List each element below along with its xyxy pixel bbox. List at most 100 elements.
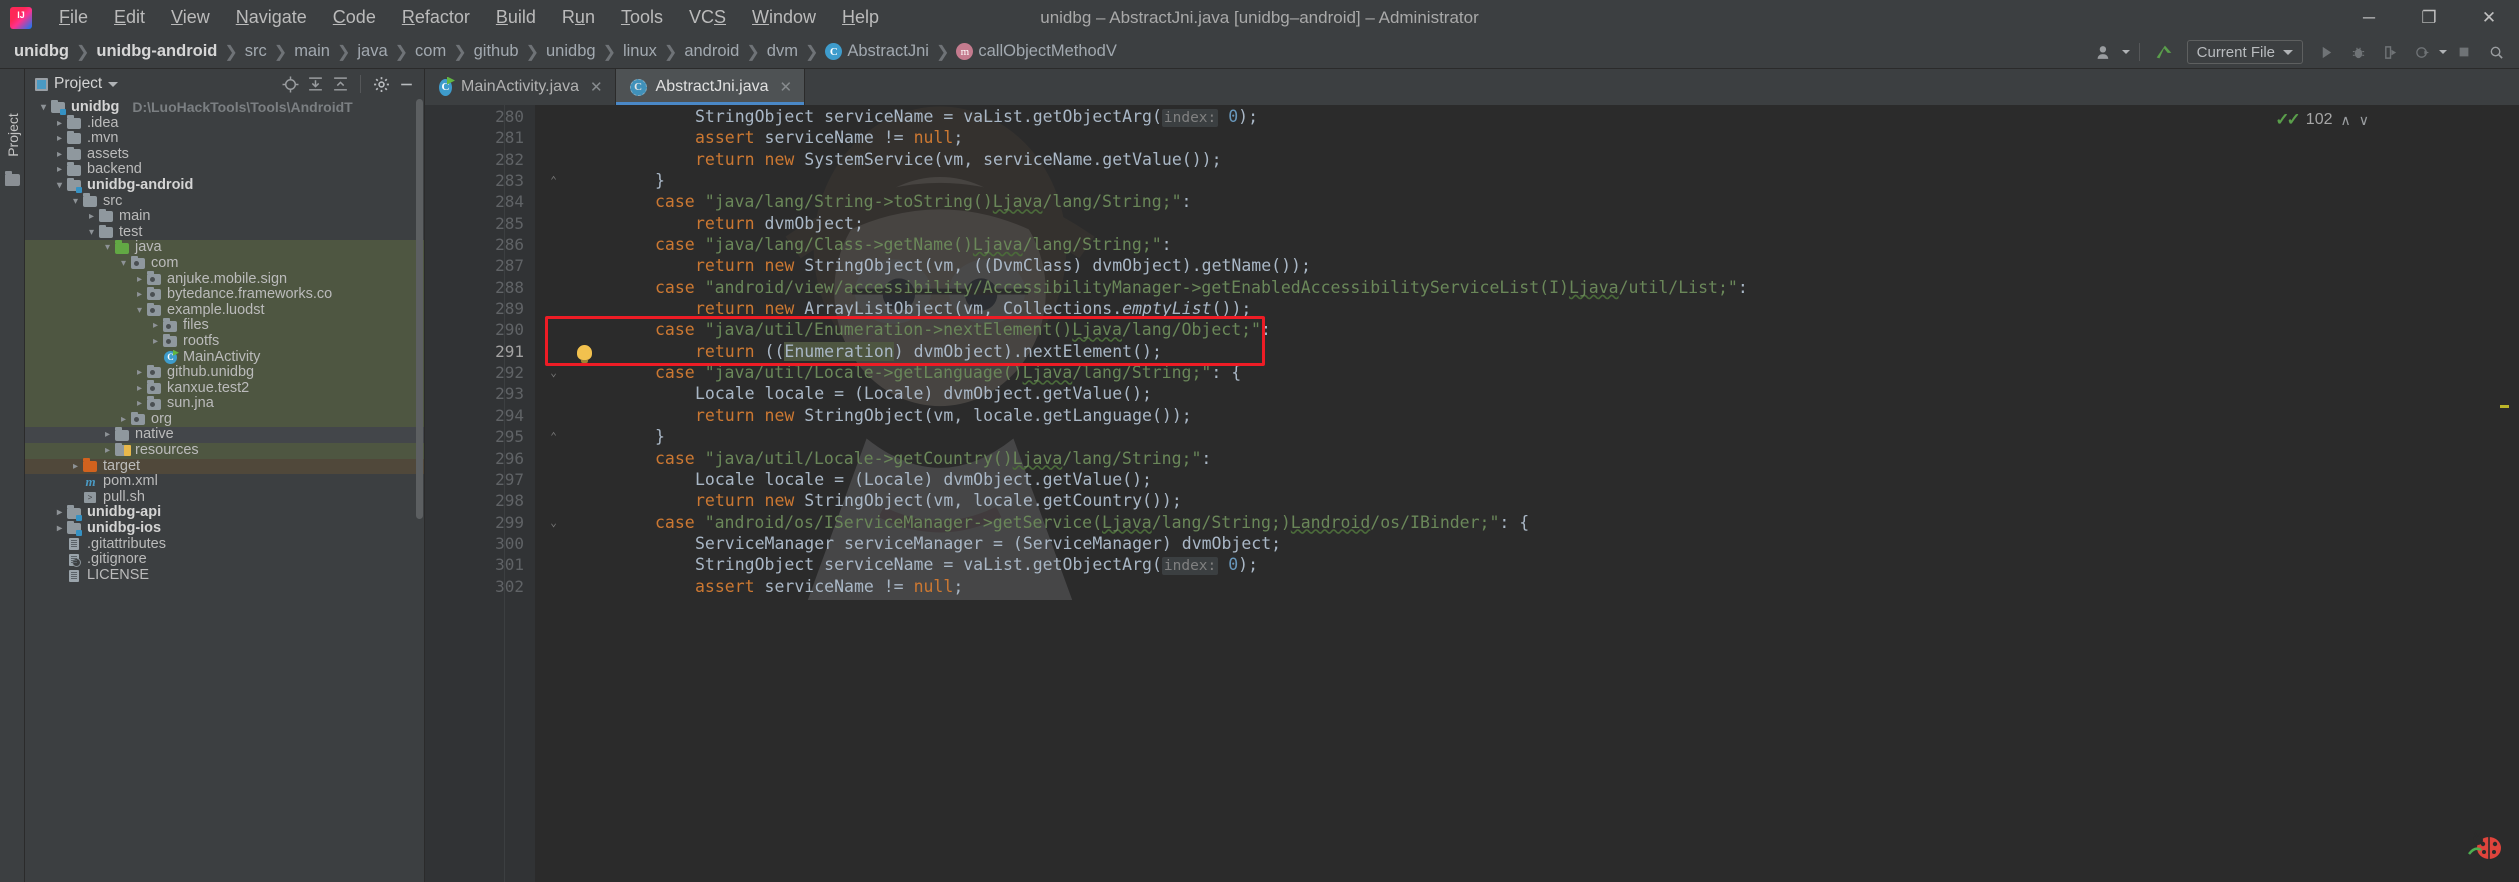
tree-node-backend[interactable]: backend: [25, 162, 424, 178]
hide-panel-icon[interactable]: [394, 73, 418, 95]
tree-node-main[interactable]: main: [25, 209, 424, 225]
code-line[interactable]: case "android/os/IServiceManager->getSer…: [535, 512, 2489, 533]
locate-file-icon[interactable]: [278, 73, 302, 95]
tree-node-bytedance-frameworks-co[interactable]: bytedance.frameworks.co: [25, 287, 424, 303]
code-line[interactable]: return new StringObject(vm, ((DvmClass) …: [535, 255, 2489, 276]
breadcrumb-item-dvm[interactable]: dvm: [763, 40, 802, 63]
run-configuration-selector[interactable]: Current File: [2187, 40, 2303, 64]
user-account-icon[interactable]: [2090, 39, 2120, 65]
maximize-button[interactable]: ❐: [2399, 0, 2459, 35]
collapse-all-icon[interactable]: [328, 73, 352, 95]
code-line[interactable]: return new StringObject(vm, locale.getCo…: [535, 490, 2489, 511]
close-icon[interactable]: ✕: [590, 78, 603, 96]
previous-highlight-icon[interactable]: ∧: [2341, 112, 2351, 129]
profiler-chevron-icon[interactable]: [2439, 50, 2447, 54]
menu-item-refactor[interactable]: Refactor: [389, 3, 483, 32]
code-line[interactable]: }: [535, 426, 2489, 447]
menu-item-help[interactable]: Help: [829, 3, 892, 32]
tree-node-pom-xml[interactable]: mpom.xml: [25, 474, 424, 490]
code-line[interactable]: return new StringObject(vm, locale.getLa…: [535, 405, 2489, 426]
tree-node-src[interactable]: src: [25, 194, 424, 210]
breadcrumb-item-java[interactable]: java: [353, 40, 391, 63]
menu-item-code[interactable]: Code: [320, 3, 389, 32]
tree-node-assets[interactable]: assets: [25, 147, 424, 163]
code-line[interactable]: case "android/view/accessibility/Accessi…: [535, 277, 2489, 298]
code-line[interactable]: return new SystemService(vm, serviceName…: [535, 149, 2489, 170]
breadcrumb-item-linux[interactable]: linux: [619, 40, 661, 63]
settings-gear-icon[interactable]: [369, 73, 393, 95]
profiler-icon[interactable]: [2407, 39, 2437, 65]
menu-item-window[interactable]: Window: [739, 3, 829, 32]
chevron-right-icon[interactable]: [53, 521, 66, 537]
chevron-right-icon[interactable]: [69, 459, 82, 475]
structure-folder-icon[interactable]: [5, 174, 20, 186]
code-line[interactable]: case "java/util/Locale->getLanguage()Lja…: [535, 362, 2489, 383]
minimize-button[interactable]: ─: [2339, 0, 2399, 35]
code-line[interactable]: StringObject serviceName = vaList.getObj…: [535, 106, 2489, 127]
code-content[interactable]: StringObject serviceName = vaList.getObj…: [535, 105, 2489, 882]
chevron-right-icon[interactable]: [101, 427, 114, 443]
code-line[interactable]: case "java/util/Enumeration->nextElement…: [535, 319, 2489, 340]
menu-item-view[interactable]: View: [158, 3, 223, 32]
menu-item-build[interactable]: Build: [483, 3, 549, 32]
tree-node-java[interactable]: java: [25, 240, 424, 256]
chevron-right-icon[interactable]: [133, 287, 146, 303]
code-line[interactable]: ServiceManager serviceManager = (Service…: [535, 533, 2489, 554]
chevron-right-icon[interactable]: [101, 443, 114, 459]
run-play-icon[interactable]: [2311, 39, 2341, 65]
code-line[interactable]: }: [535, 170, 2489, 191]
debug-bug-icon[interactable]: [2343, 39, 2373, 65]
tree-node--idea[interactable]: .idea: [25, 116, 424, 132]
code-line[interactable]: StringObject serviceName = vaList.getObj…: [535, 554, 2489, 575]
chevron-down-icon[interactable]: [69, 194, 82, 210]
tree-node-target[interactable]: target: [25, 459, 424, 475]
chevron-right-icon[interactable]: [133, 365, 146, 381]
code-line[interactable]: case "java/lang/Class->getName()Ljava/la…: [535, 234, 2489, 255]
next-highlight-icon[interactable]: ∨: [2359, 112, 2369, 129]
menu-item-tools[interactable]: Tools: [608, 3, 676, 32]
expand-all-icon[interactable]: [303, 73, 327, 95]
breadcrumb-item-callobjectmethodv[interactable]: mcallObjectMethodV: [952, 40, 1121, 63]
stop-square-icon[interactable]: [2449, 39, 2479, 65]
menu-item-navigate[interactable]: Navigate: [223, 3, 320, 32]
code-line[interactable]: return dvmObject;: [535, 213, 2489, 234]
tree-node-resources[interactable]: resources: [25, 443, 424, 459]
chevron-down-icon[interactable]: [101, 240, 114, 256]
tree-node-license[interactable]: LICENSE: [25, 568, 424, 584]
tree-node--gitignore[interactable]: .gitignore: [25, 552, 424, 568]
menu-item-file[interactable]: File: [46, 3, 101, 32]
line-number-gutter[interactable]: 280281282283⌃284285286287288289290291292…: [425, 105, 535, 882]
tree-node-unidbg-android[interactable]: unidbg-android: [25, 178, 424, 194]
warning-stripe-marker[interactable]: [2500, 405, 2509, 408]
code-line[interactable]: case "java/util/Locale->getCountry()Ljav…: [535, 448, 2489, 469]
tree-node-org[interactable]: org: [25, 412, 424, 428]
code-line[interactable]: return new ArrayListObject(vm, Collectio…: [535, 298, 2489, 319]
search-icon[interactable]: [2481, 39, 2511, 65]
tree-node-unidbg-ios[interactable]: unidbg-ios: [25, 521, 424, 537]
breadcrumb-item-unidbg-android[interactable]: unidbg-android: [92, 40, 221, 63]
code-line[interactable]: assert serviceName != null;: [535, 576, 2489, 597]
chevron-right-icon[interactable]: [53, 116, 66, 132]
menu-item-run[interactable]: Run: [549, 3, 608, 32]
code-editor[interactable]: 280281282283⌃284285286287288289290291292…: [425, 105, 2519, 882]
breadcrumb-item-main[interactable]: main: [290, 40, 334, 63]
chevron-right-icon[interactable]: [53, 505, 66, 521]
chevron-down-icon[interactable]: [85, 225, 98, 241]
chevron-right-icon[interactable]: [53, 131, 66, 147]
project-view-chevron-icon[interactable]: [108, 82, 118, 87]
chevron-right-icon[interactable]: [133, 272, 146, 288]
chevron-down-icon[interactable]: [37, 100, 50, 116]
user-account-chevron-icon[interactable]: [2122, 50, 2130, 54]
code-line[interactable]: assert serviceName != null;: [535, 127, 2489, 148]
breadcrumb-item-github[interactable]: github: [470, 40, 523, 63]
chevron-down-icon[interactable]: [53, 178, 66, 194]
chevron-right-icon[interactable]: [53, 162, 66, 178]
code-line[interactable]: Locale locale = (Locale) dvmObject.getVa…: [535, 383, 2489, 404]
close-icon[interactable]: ✕: [779, 78, 792, 96]
tree-node-sun-jna[interactable]: sun.jna: [25, 396, 424, 412]
tree-node-rootfs[interactable]: rootfs: [25, 334, 424, 350]
close-button[interactable]: ✕: [2459, 0, 2519, 35]
code-line[interactable]: return ((Enumeration) dvmObject).nextEle…: [535, 341, 2489, 362]
menu-item-edit[interactable]: Edit: [101, 3, 158, 32]
editor-tab-mainactivity-java[interactable]: CMainActivity.java✕: [425, 69, 616, 105]
